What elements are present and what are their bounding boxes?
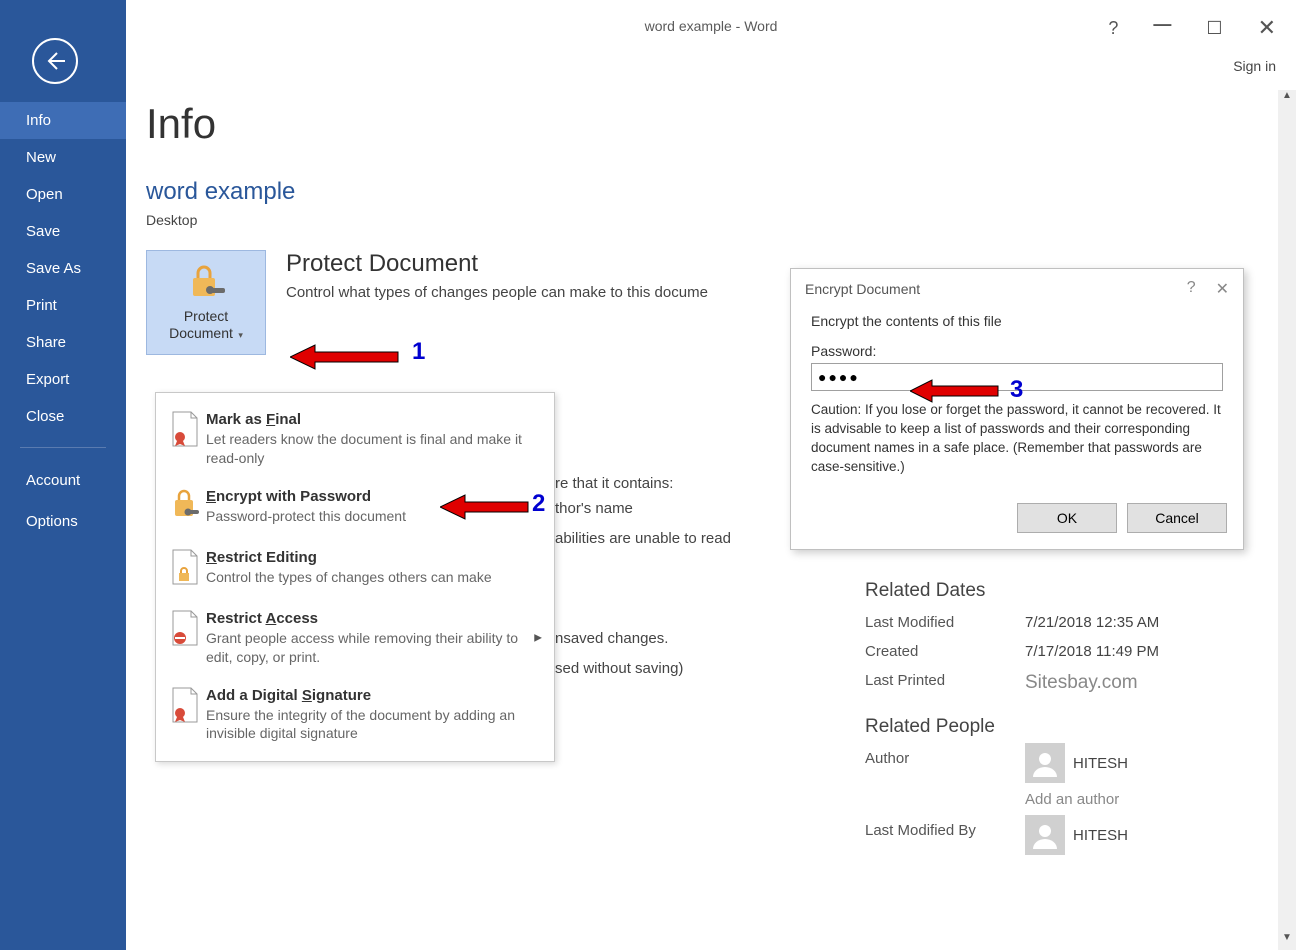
sidebar-item-new[interactable]: New (0, 139, 126, 176)
prop-last-modified: Last Modified 7/21/2018 12:35 AM (865, 614, 1159, 631)
page-title: Info (146, 100, 1296, 148)
sidebar-item-share[interactable]: Share (0, 324, 126, 361)
password-label: Password: (811, 343, 1223, 359)
sidebar-menu: Info New Open Save Save As Print Share E… (0, 102, 126, 542)
menu-restrict-access[interactable]: Restrict Access Grant people access whil… (156, 600, 554, 677)
document-location: Desktop (146, 212, 1296, 228)
prop-created: Created 7/17/2018 11:49 PM (865, 643, 1159, 660)
menu-item-title: Add a Digital Signature (206, 687, 540, 704)
sidebar-item-print[interactable]: Print (0, 287, 126, 324)
document-ribbon-icon (170, 687, 200, 723)
annotation-number-3: 3 (1010, 376, 1023, 404)
protect-desc: Control what types of changes people can… (286, 284, 708, 301)
add-author-link[interactable]: Add an author (1025, 791, 1159, 808)
related-people-heading: Related People (865, 716, 1159, 738)
vertical-scrollbar[interactable]: ▲ ▼ (1278, 90, 1296, 950)
menu-item-title: Restrict Access (206, 610, 540, 627)
menu-item-desc: Control the types of changes others can … (206, 568, 540, 587)
menu-restrict-editing[interactable]: Restrict Editing Control the types of ch… (156, 539, 554, 600)
document-name: word example (146, 178, 1296, 206)
sidebar-item-account[interactable]: Account (0, 460, 126, 501)
sidebar-item-open[interactable]: Open (0, 176, 126, 213)
related-dates-heading: Related Dates (865, 580, 1159, 602)
avatar-icon (1025, 815, 1065, 855)
inspect-text-fragment: re that it contains: (555, 475, 673, 492)
dialog-help-icon[interactable]: ? (1187, 279, 1196, 299)
backstage-sidebar: Info New Open Save Save As Print Share E… (0, 0, 126, 950)
annotation-arrow-3 (910, 378, 1000, 404)
lock-key-icon (185, 264, 227, 302)
chevron-down-icon: ▾ (236, 330, 243, 340)
ok-button[interactable]: OK (1017, 503, 1117, 533)
document-ribbon-icon (170, 411, 200, 447)
sidebar-item-save[interactable]: Save (0, 213, 126, 250)
scroll-up-icon[interactable]: ▲ (1278, 90, 1296, 108)
encrypt-document-dialog: Encrypt Document ? ✕ Encrypt the content… (790, 268, 1244, 550)
sidebar-separator (20, 447, 106, 448)
menu-mark-as-final[interactable]: Mark as Final Let readers know the docum… (156, 401, 554, 478)
submenu-arrow-icon: ▶ (534, 633, 542, 644)
versions-text-fragment: sed without saving) (555, 660, 683, 677)
annotation-number-2: 2 (532, 490, 545, 518)
menu-item-title: Mark as Final (206, 411, 540, 428)
annotation-number-1: 1 (412, 338, 425, 366)
dialog-caution-text: Caution: If you lose or forget the passw… (811, 401, 1223, 477)
menu-item-title: Restrict Editing (206, 549, 540, 566)
sidebar-item-export[interactable]: Export (0, 361, 126, 398)
last-modified-by-name: HITESH (1073, 827, 1128, 844)
protect-document-menu: Mark as Final Let readers know the docum… (155, 392, 555, 762)
dialog-instruction: Encrypt the contents of this file (811, 313, 1223, 329)
menu-item-desc: Ensure the integrity of the document by … (206, 706, 540, 744)
menu-add-digital-signature[interactable]: Add a Digital Signature Ensure the integ… (156, 677, 554, 754)
protect-button-label: Protect Document ▾ (169, 308, 243, 342)
annotation-arrow-1 (290, 342, 400, 372)
cancel-button[interactable]: Cancel (1127, 503, 1227, 533)
document-blocked-icon (170, 610, 200, 646)
sidebar-item-info[interactable]: Info (0, 102, 126, 139)
menu-item-desc: Grant people access while removing their… (206, 629, 540, 667)
prop-last-printed: Last Printed Sitesbay.com (865, 672, 1159, 694)
menu-item-desc: Let readers know the document is final a… (206, 430, 540, 468)
back-button[interactable] (32, 38, 78, 84)
versions-text-fragment: nsaved changes. (555, 630, 668, 647)
sidebar-item-options[interactable]: Options (0, 501, 126, 542)
avatar-icon (1025, 743, 1065, 783)
protect-document-button[interactable]: Protect Document ▾ (146, 250, 266, 355)
lock-key-icon (170, 488, 200, 524)
document-properties: Related Dates Last Modified 7/21/2018 12… (865, 580, 1159, 863)
sidebar-item-save-as[interactable]: Save As (0, 250, 126, 287)
author-name[interactable]: HITESH (1073, 755, 1128, 772)
protect-heading: Protect Document (286, 250, 708, 278)
sidebar-item-close[interactable]: Close (0, 398, 126, 435)
scroll-down-icon[interactable]: ▼ (1278, 932, 1296, 950)
annotation-arrow-2 (440, 492, 530, 522)
inspect-text-fragment: abilities are unable to read (555, 530, 731, 547)
inspect-text-fragment: thor's name (555, 500, 633, 517)
dialog-title: Encrypt Document (805, 281, 920, 297)
document-lock-icon (170, 549, 200, 585)
dialog-close-icon[interactable]: ✕ (1216, 279, 1229, 299)
